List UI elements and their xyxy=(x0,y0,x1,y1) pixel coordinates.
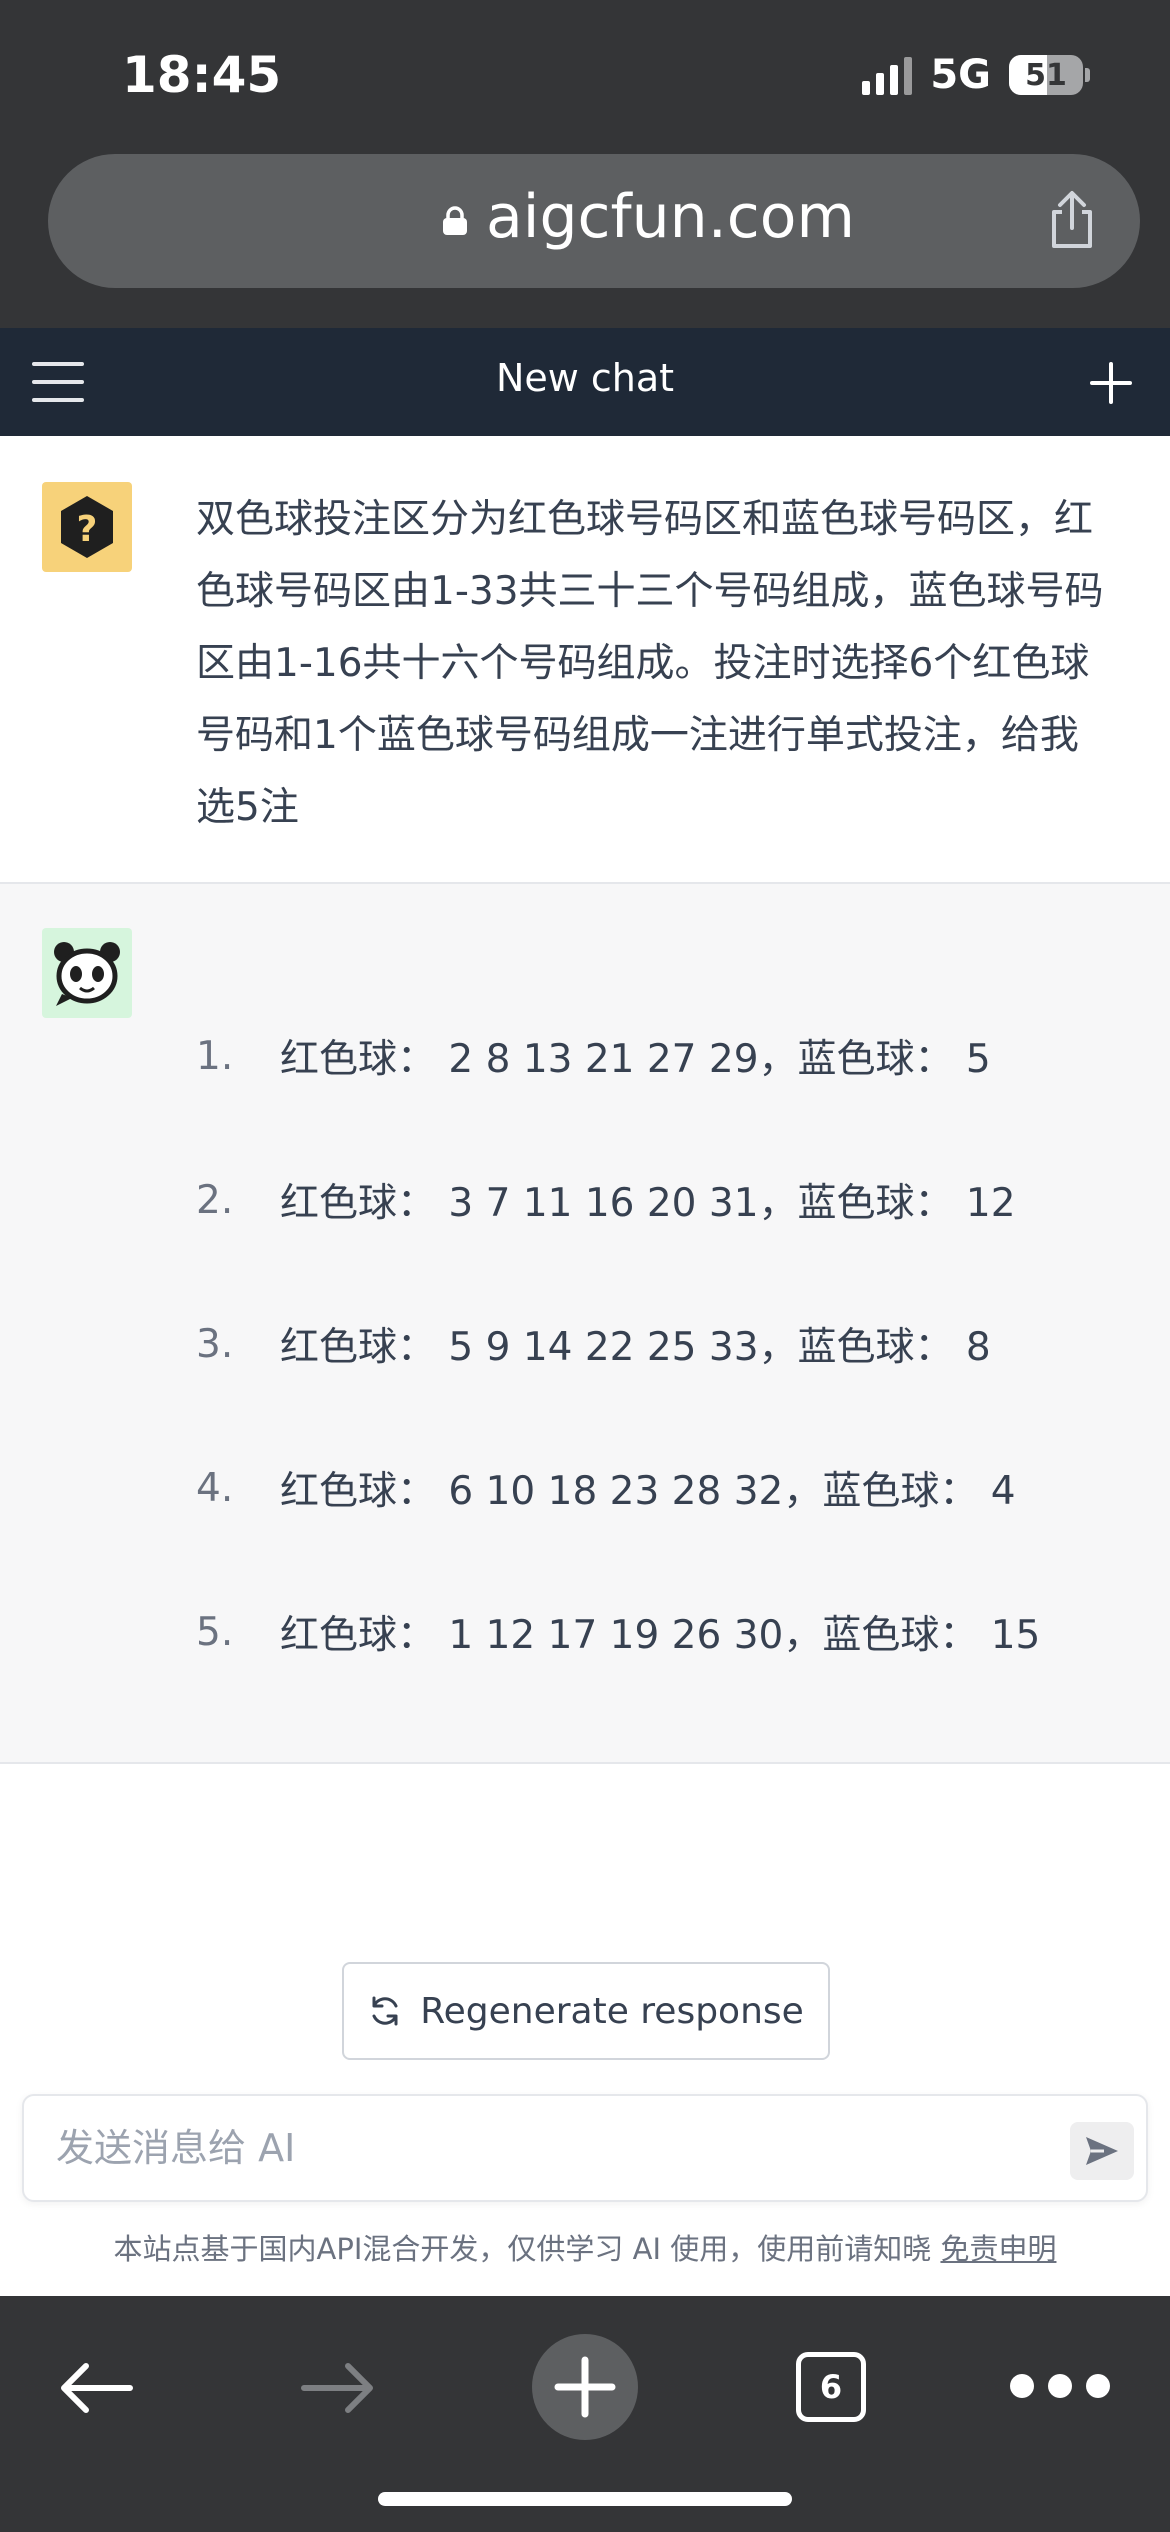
list-item: 1. 红色球： 2 8 13 21 27 29，蓝色球： 5 xyxy=(196,984,1040,1128)
send-button[interactable] xyxy=(1070,2122,1134,2180)
list-item-number: 4. xyxy=(196,1465,234,1511)
browser-top-bar: 18:45 5G 51 aigcfun.com xyxy=(0,0,1170,328)
list-item-text: 红色球： 5 9 14 22 25 33，蓝色球： 8 xyxy=(280,1325,991,1370)
tab-switcher-button[interactable]: 6 xyxy=(796,2352,866,2422)
url-bar[interactable]: aigcfun.com xyxy=(48,154,1140,288)
footer-note-text: 本站点基于国内API混合开发，仅供学习 AI 使用，使用前请知晓 xyxy=(113,2232,932,2266)
lock-icon xyxy=(443,206,467,235)
footer-note: 本站点基于国内API混合开发，仅供学习 AI 使用，使用前请知晓 免责申明 xyxy=(0,2226,1170,2268)
list-item: 5. 红色球： 1 12 17 19 26 30，蓝色球： 15 xyxy=(196,1560,1040,1704)
paper-plane-icon xyxy=(1086,2137,1118,2165)
home-indicator xyxy=(378,2492,792,2506)
panda-icon xyxy=(54,942,120,1006)
list-item-text: 红色球： 2 8 13 21 27 29，蓝色球： 5 xyxy=(280,1037,991,1082)
cellular-signal-icon xyxy=(862,55,913,95)
answer-list: 1. 红色球： 2 8 13 21 27 29，蓝色球： 5 2. 红色球： 3… xyxy=(196,984,1040,1704)
assistant-message: 1. 红色球： 2 8 13 21 27 29，蓝色球： 5 2. 红色球： 3… xyxy=(0,884,1170,1764)
list-item-number: 2. xyxy=(196,1177,234,1223)
status-indicators: 5G 51 xyxy=(862,52,1090,98)
list-item-text: 红色球： 3 7 11 16 20 31，蓝色球： 12 xyxy=(280,1181,1016,1226)
list-item: 2. 红色球： 3 7 11 16 20 31，蓝色球： 12 xyxy=(196,1128,1040,1272)
app-header: New chat xyxy=(0,328,1170,436)
ellipsis-icon[interactable] xyxy=(1010,2374,1110,2402)
page-title: New chat xyxy=(495,356,675,400)
user-avatar: ? xyxy=(42,482,132,572)
regenerate-label: Regenerate response xyxy=(420,1990,804,2032)
message-composer xyxy=(22,2094,1148,2202)
status-time: 18:45 xyxy=(122,46,282,104)
list-item-number: 5. xyxy=(196,1609,234,1655)
share-icon[interactable] xyxy=(1046,190,1098,250)
message-input[interactable] xyxy=(56,2120,1016,2176)
question-mark-icon: ? xyxy=(61,496,113,558)
assistant-avatar xyxy=(42,928,132,1018)
url-text: aigcfun.com xyxy=(486,182,855,252)
battery-tip xyxy=(1085,68,1090,82)
list-item-number: 3. xyxy=(196,1321,234,1367)
list-item: 3. 红色球： 5 9 14 22 25 33，蓝色球： 8 xyxy=(196,1272,1040,1416)
list-item-number: 1. xyxy=(196,1033,234,1079)
list-item-text: 红色球： 1 12 17 19 26 30，蓝色球： 15 xyxy=(280,1613,1041,1658)
plus-icon xyxy=(554,2356,616,2418)
battery-percent: 51 xyxy=(1025,57,1067,93)
new-tab-button[interactable] xyxy=(532,2334,638,2440)
battery-icon: 51 xyxy=(1009,55,1090,95)
user-message: ? 双色球投注区分为红色球号码区和蓝色球号码区，红色球号码区由1-33共三十三个… xyxy=(0,436,1170,884)
refresh-icon xyxy=(372,1996,398,2026)
battery-level: 51 xyxy=(1009,55,1083,95)
svg-text:?: ? xyxy=(77,509,98,550)
list-item-text: 红色球： 6 10 18 23 28 32，蓝色球： 4 xyxy=(280,1469,1016,1514)
tab-count: 6 xyxy=(819,2368,843,2406)
new-chat-plus-icon[interactable] xyxy=(1090,362,1132,404)
network-type: 5G xyxy=(930,52,991,98)
arrow-right-icon[interactable] xyxy=(298,2358,378,2418)
user-message-text: 双色球投注区分为红色球号码区和蓝色球号码区，红色球号码区由1-33共三十三个号码… xyxy=(196,497,1104,830)
disclaimer-link[interactable]: 免责申明 xyxy=(940,2232,1056,2266)
list-item: 4. 红色球： 6 10 18 23 28 32，蓝色球： 4 xyxy=(196,1416,1040,1560)
regenerate-response-button[interactable]: Regenerate response xyxy=(342,1962,830,2060)
arrow-left-icon[interactable] xyxy=(56,2358,136,2418)
